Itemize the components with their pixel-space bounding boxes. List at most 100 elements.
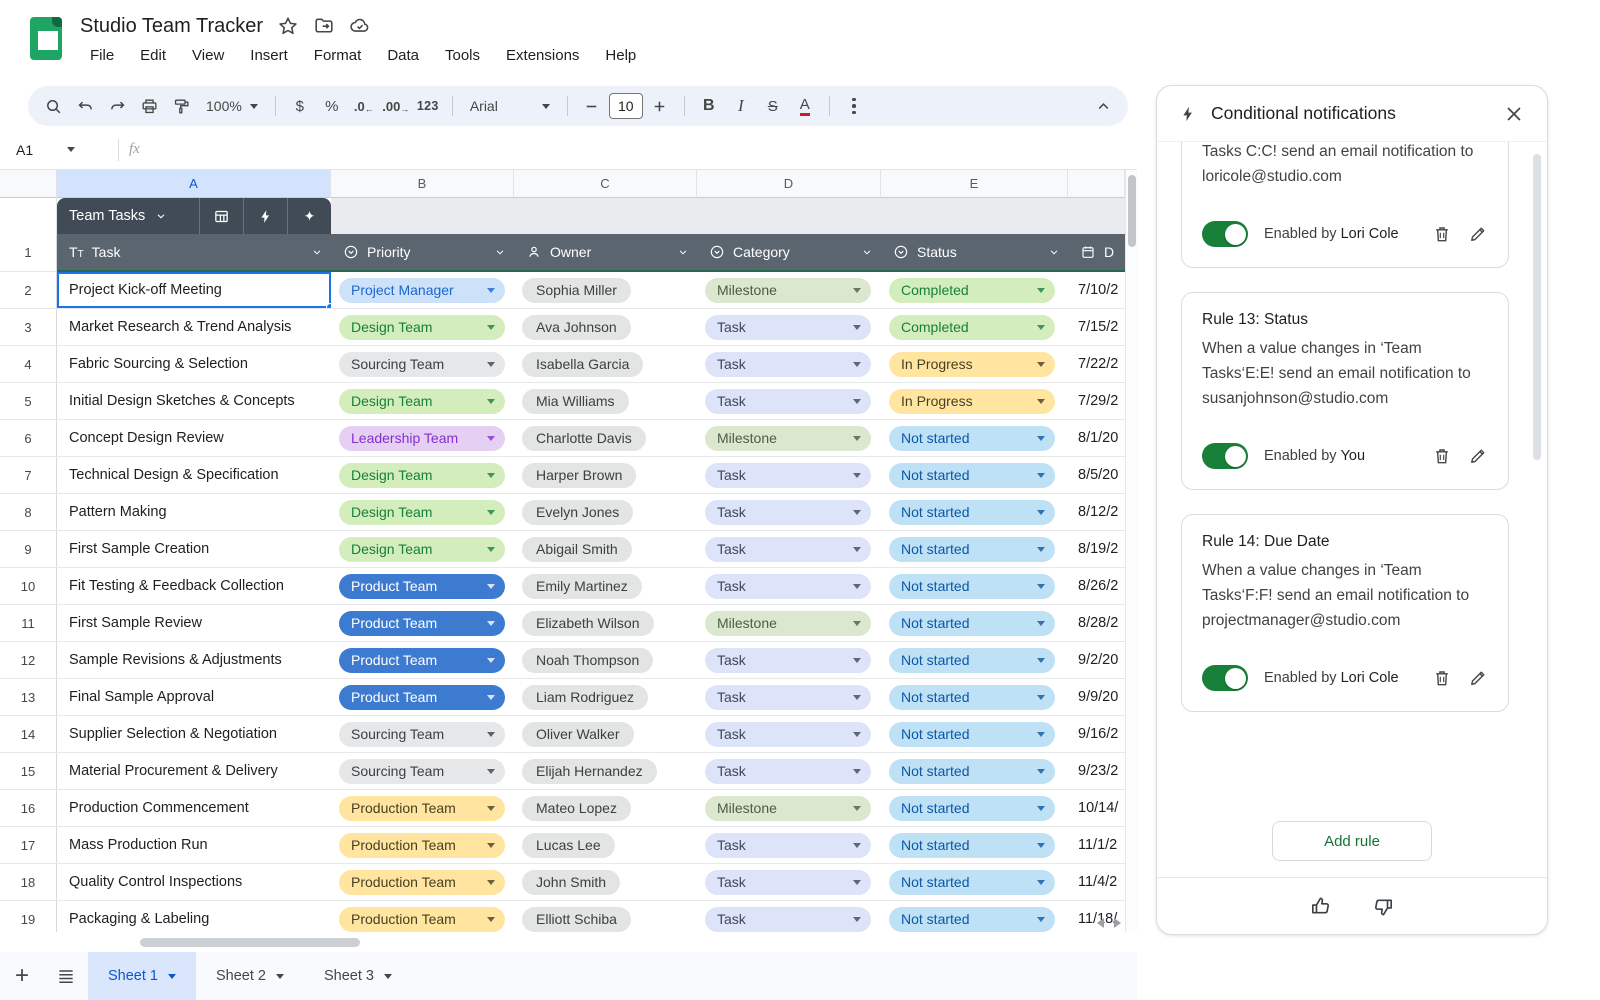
task-cell[interactable]: Pattern Making (57, 494, 331, 530)
status-chip[interactable]: Not started (889, 796, 1055, 821)
percent-format-button[interactable]: % (317, 91, 347, 121)
owner-chip[interactable]: Oliver Walker (522, 722, 634, 747)
category-chip[interactable]: Task (705, 500, 871, 525)
task-cell[interactable]: Technical Design & Specification (57, 457, 331, 493)
owner-chip[interactable]: Ava Johnson (522, 315, 631, 340)
category-chip[interactable]: Task (705, 722, 871, 747)
category-chip[interactable]: Milestone (705, 278, 871, 303)
row-number[interactable]: 3 (0, 309, 57, 345)
status-chip[interactable]: Completed (889, 278, 1055, 303)
owner-cell[interactable]: Evelyn Jones (514, 494, 697, 530)
category-chip[interactable]: Task (705, 759, 871, 784)
rules-scroll-area[interactable]: Tasks C:C! send an email notification to… (1157, 142, 1547, 805)
category-chip[interactable]: Task (705, 537, 871, 562)
chevron-down-icon[interactable] (67, 147, 75, 152)
priority-cell[interactable]: Sourcing Team (331, 716, 514, 752)
priority-cell[interactable]: Sourcing Team (331, 753, 514, 789)
owner-cell[interactable]: Ava Johnson (514, 309, 697, 345)
table-name-chip[interactable]: Team Tasks (57, 198, 331, 234)
category-cell[interactable]: Task (697, 494, 881, 530)
row-number[interactable]: 1 (0, 234, 57, 272)
menu-format[interactable]: Format (304, 44, 372, 67)
status-chip[interactable]: Not started (889, 907, 1055, 932)
task-cell[interactable]: Packaging & Labeling (57, 901, 331, 932)
row-number[interactable]: 15 (0, 753, 57, 789)
status-cell[interactable]: Not started (881, 716, 1068, 752)
header-category[interactable]: Category (697, 234, 881, 272)
edit-icon[interactable] (1468, 668, 1488, 688)
column-header-E[interactable]: E (881, 170, 1068, 198)
currency-format-button[interactable]: $ (285, 91, 315, 121)
status-cell[interactable]: Not started (881, 790, 1068, 826)
row-number[interactable]: 19 (0, 901, 57, 932)
category-cell[interactable]: Milestone (697, 790, 881, 826)
status-chip[interactable]: Not started (889, 426, 1055, 451)
due-date-cell[interactable]: 9/23/2 (1068, 753, 1125, 789)
owner-cell[interactable]: Liam Rodriguez (514, 679, 697, 715)
undo-icon[interactable] (70, 91, 100, 121)
task-cell[interactable]: Production Commencement (57, 790, 331, 826)
print-icon[interactable] (134, 91, 164, 121)
header-priority[interactable]: Priority (331, 234, 514, 272)
status-chip[interactable]: Not started (889, 500, 1055, 525)
delete-icon[interactable] (1432, 224, 1452, 244)
category-cell[interactable]: Task (697, 642, 881, 678)
category-cell[interactable]: Milestone (697, 605, 881, 641)
zoom-control[interactable]: 100% (198, 98, 266, 114)
task-cell[interactable]: Supplier Selection & Negotiation (57, 716, 331, 752)
task-cell[interactable]: Project Kick-off Meeting (57, 272, 331, 308)
task-cell[interactable]: First Sample Creation (57, 531, 331, 567)
table-name[interactable]: Team Tasks (57, 198, 199, 234)
owner-chip[interactable]: Elijah Hernandez (522, 759, 657, 784)
column-header-clipped[interactable] (1068, 170, 1125, 198)
category-chip[interactable]: Task (705, 389, 871, 414)
priority-chip[interactable]: Leadership Team (339, 426, 505, 451)
bold-button[interactable]: B (694, 91, 724, 121)
owner-chip[interactable]: Elizabeth Wilson (522, 611, 654, 636)
owner-cell[interactable]: Oliver Walker (514, 716, 697, 752)
priority-chip[interactable]: Production Team (339, 796, 505, 821)
priority-chip[interactable]: Sourcing Team (339, 759, 505, 784)
category-chip[interactable]: Task (705, 574, 871, 599)
status-chip[interactable]: Not started (889, 611, 1055, 636)
priority-chip[interactable]: Sourcing Team (339, 722, 505, 747)
thumbs-down-icon[interactable] (1372, 895, 1395, 918)
row-number[interactable]: 14 (0, 716, 57, 752)
priority-chip[interactable]: Production Team (339, 907, 505, 932)
task-cell[interactable]: Fit Testing & Feedback Collection (57, 568, 331, 604)
category-chip[interactable]: Task (705, 463, 871, 488)
column-header-C[interactable]: C (514, 170, 697, 198)
rule-toggle[interactable] (1202, 221, 1248, 247)
category-cell[interactable]: Task (697, 346, 881, 382)
menu-insert[interactable]: Insert (240, 44, 298, 67)
category-chip[interactable]: Task (705, 352, 871, 377)
priority-cell[interactable]: Product Team (331, 605, 514, 641)
status-cell[interactable]: Not started (881, 494, 1068, 530)
priority-chip[interactable]: Project Manager (339, 278, 505, 303)
owner-chip[interactable]: Lucas Lee (522, 833, 615, 858)
status-cell[interactable]: Not started (881, 679, 1068, 715)
due-date-cell[interactable]: 9/16/2 (1068, 716, 1125, 752)
due-date-cell[interactable]: 8/19/2 (1068, 531, 1125, 567)
scroll-steppers[interactable] (1097, 918, 1121, 928)
menu-tools[interactable]: Tools (435, 44, 490, 67)
font-size-input[interactable]: 10 (609, 93, 643, 119)
status-cell[interactable]: Not started (881, 827, 1068, 863)
status-cell[interactable]: Not started (881, 605, 1068, 641)
status-chip[interactable]: In Progress (889, 352, 1055, 377)
column-header-A[interactable]: A (57, 170, 331, 198)
due-date-cell[interactable]: 9/2/20 (1068, 642, 1125, 678)
row-number[interactable]: 7 (0, 457, 57, 493)
status-cell[interactable]: Completed (881, 272, 1068, 308)
document-title[interactable]: Studio Team Tracker (80, 15, 263, 38)
category-cell[interactable]: Milestone (697, 420, 881, 456)
due-date-cell[interactable]: 8/26/2 (1068, 568, 1125, 604)
priority-chip[interactable]: Design Team (339, 463, 505, 488)
priority-cell[interactable]: Design Team (331, 494, 514, 530)
owner-chip[interactable]: Mia Williams (522, 389, 629, 414)
row-number[interactable]: 2 (0, 272, 57, 308)
redo-icon[interactable] (102, 91, 132, 121)
header-task[interactable]: TT Task (57, 234, 331, 272)
row-number[interactable]: 10 (0, 568, 57, 604)
status-cell[interactable]: Not started (881, 568, 1068, 604)
